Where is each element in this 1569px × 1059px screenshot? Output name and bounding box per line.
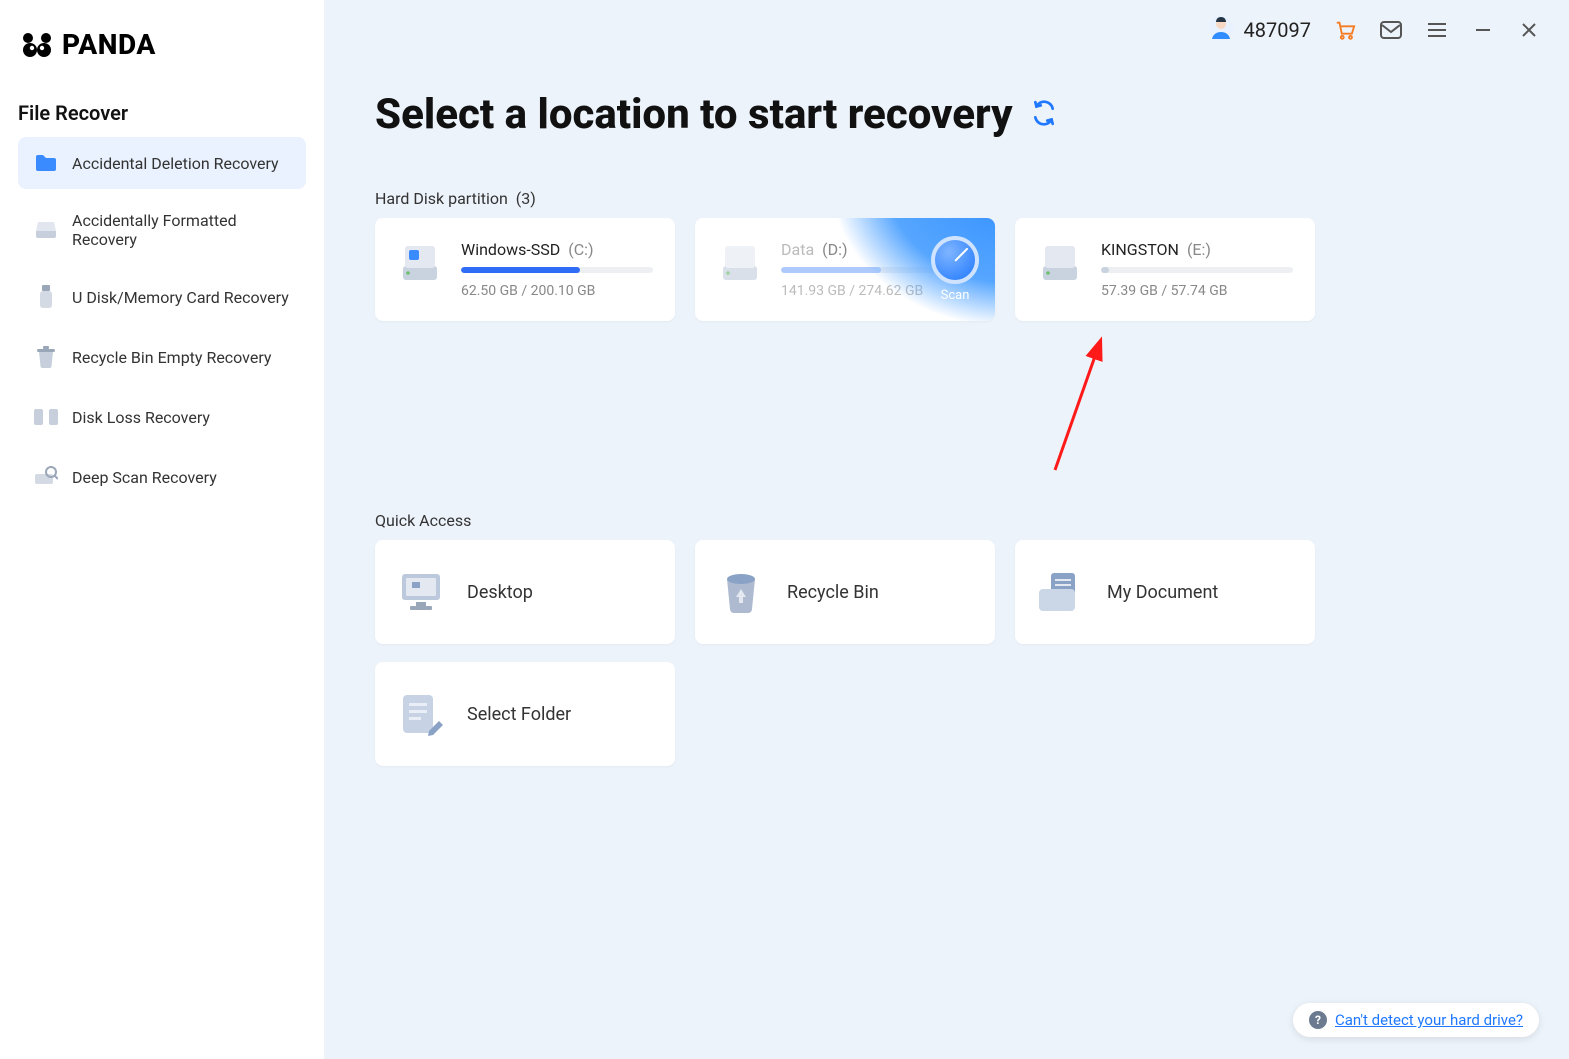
quick-label: My Document <box>1107 582 1218 603</box>
quick-access-label: Quick Access <box>325 321 1569 540</box>
window-controls: 487097 <box>325 0 1569 60</box>
monitor-icon <box>397 568 445 616</box>
partitions-row: Windows-SSD (C:) 62.50 GB / 200.10 GB Dat… <box>325 218 1569 321</box>
usage-bar <box>1101 267 1293 273</box>
usb-icon <box>34 285 58 309</box>
quick-access-row: Desktop Recycle Bin My Document <box>325 540 1569 644</box>
quick-label: Select Folder <box>467 704 571 725</box>
usage-bar <box>461 267 653 273</box>
disk-card-c[interactable]: Windows-SSD (C:) 62.50 GB / 200.10 GB <box>375 218 675 321</box>
note-pencil-icon <box>397 690 445 738</box>
user-id: 487097 <box>1244 18 1311 42</box>
sidebar-item-label: Accidentally Formatted Recovery <box>72 211 290 249</box>
quick-label: Recycle Bin <box>787 582 879 603</box>
disk-name: Windows-SSD <box>461 240 560 259</box>
sidebar-item-deepscan[interactable]: Deep Scan Recovery <box>18 451 306 503</box>
scan-label: Scan <box>925 288 985 303</box>
help-icon: ? <box>1309 1011 1327 1029</box>
hdd-icon <box>397 240 443 286</box>
folder-icon <box>34 151 58 175</box>
sidebar: PANDA File Recover Accidental Deletion R… <box>0 0 325 1059</box>
disk-letter: (E:) <box>1187 240 1211 259</box>
quick-desktop[interactable]: Desktop <box>375 540 675 644</box>
drives-split-icon <box>34 405 58 429</box>
panda-eyes-icon <box>20 32 54 58</box>
disk-letter: (D:) <box>822 240 847 259</box>
hdd-icon <box>1037 240 1083 286</box>
cart-icon[interactable] <box>1333 18 1357 42</box>
sidebar-item-diskloss[interactable]: Disk Loss Recovery <box>18 391 306 443</box>
sidebar-item-label: Disk Loss Recovery <box>72 408 210 427</box>
minimize-button[interactable] <box>1471 18 1495 42</box>
document-folder-icon <box>1037 568 1085 616</box>
sidebar-item-label: Recycle Bin Empty Recovery <box>72 348 271 367</box>
sidebar-item-label: Deep Scan Recovery <box>72 468 217 487</box>
help-pill[interactable]: ? Can't detect your hard drive? <box>1293 1003 1539 1037</box>
page-title: Select a location to start recovery <box>375 90 1013 139</box>
disk-card-e[interactable]: KINGSTON (E:) 57.39 GB / 57.74 GB <box>1015 218 1315 321</box>
scan-button[interactable]: Scan <box>925 236 985 303</box>
brand-logo: PANDA <box>0 20 324 81</box>
disk-size: 57.39 GB / 57.74 GB <box>1101 283 1293 299</box>
sidebar-nav: Accidental Deletion Recovery Accidentall… <box>0 137 324 511</box>
sidebar-item-udisk[interactable]: U Disk/Memory Card Recovery <box>18 271 306 323</box>
menu-icon[interactable] <box>1425 18 1449 42</box>
disk-name: KINGSTON <box>1101 240 1179 259</box>
sidebar-item-label: Accidental Deletion Recovery <box>72 154 279 173</box>
brand-text: PANDA <box>62 28 156 61</box>
user-badge[interactable]: 487097 <box>1208 15 1311 46</box>
disk-size: 62.50 GB / 200.10 GB <box>461 283 653 299</box>
magnifier-disk-icon <box>34 465 58 489</box>
quick-recyclebin[interactable]: Recycle Bin <box>695 540 995 644</box>
trash-icon <box>34 345 58 369</box>
mail-icon[interactable] <box>1379 18 1403 42</box>
disk-icon <box>34 218 58 242</box>
close-button[interactable] <box>1517 18 1541 42</box>
quick-label: Desktop <box>467 582 533 603</box>
disk-letter: (C:) <box>568 240 593 259</box>
sidebar-item-accidental-deletion[interactable]: Accidental Deletion Recovery <box>18 137 306 189</box>
sidebar-item-formatted[interactable]: Accidentally Formatted Recovery <box>18 197 306 263</box>
avatar-icon <box>1208 15 1234 46</box>
sidebar-item-label: U Disk/Memory Card Recovery <box>72 288 289 307</box>
sidebar-item-recyclebin[interactable]: Recycle Bin Empty Recovery <box>18 331 306 383</box>
disk-card-d[interactable]: Data(D:) 141.93 GB / 274.62 GB Scan <box>695 218 995 321</box>
trash-icon <box>717 568 765 616</box>
quick-select-folder[interactable]: Select Folder <box>375 662 675 766</box>
disk-name: Data <box>781 240 814 259</box>
quick-access-row-2: Select Folder <box>325 662 1569 766</box>
gauge-icon <box>931 236 979 284</box>
help-link[interactable]: Can't detect your hard drive? <box>1335 1011 1523 1029</box>
quick-mydocument[interactable]: My Document <box>1015 540 1315 644</box>
main: 487097 Select a location to start recove… <box>325 0 1569 1059</box>
partitions-label: Hard Disk partition (3) <box>325 159 1569 218</box>
sidebar-section-title: File Recover <box>0 81 324 137</box>
hdd-icon <box>717 240 763 286</box>
refresh-icon[interactable] <box>1031 100 1057 130</box>
